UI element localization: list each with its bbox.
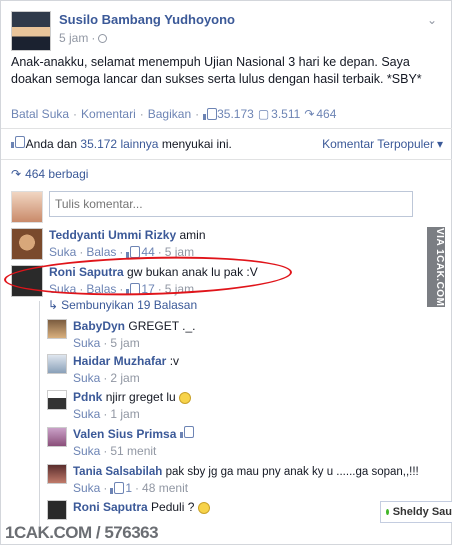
author-name[interactable]: Susilo Bambang Yudhoyono xyxy=(59,11,235,29)
reply-button[interactable]: Balas xyxy=(86,245,116,259)
comment-text: amin xyxy=(179,228,206,242)
comment-meta: Suka · Balas · 17 · 5 jam xyxy=(49,282,195,296)
commenter-avatar[interactable] xyxy=(11,265,43,297)
shares-count[interactable]: ↷ 464 xyxy=(304,107,336,121)
thumbs-up-icon xyxy=(179,426,194,438)
reply-arrow-icon: ↳ xyxy=(48,298,59,312)
comment-time[interactable]: 5 jam xyxy=(165,282,194,296)
likers-link[interactable]: 35.172 lainnya xyxy=(80,137,158,151)
chevron-down-icon[interactable]: ⌄ xyxy=(427,13,437,27)
post-header: Susilo Bambang Yudhoyono 5 jam · xyxy=(11,11,235,51)
replier-name[interactable]: Pdnk xyxy=(73,390,102,404)
comment-input[interactable] xyxy=(49,191,413,217)
post-text: Anak-anakku, selamat menempuh Ujian Nasi… xyxy=(11,55,422,86)
comment-item: Teddyanti Ummi Rizky amin Suka · Balas · 4… xyxy=(11,228,206,260)
reply-time[interactable]: 2 jam xyxy=(110,371,139,385)
reply-time[interactable]: 5 jam xyxy=(110,336,139,350)
comment-meta: Suka · Balas · 44 · 5 jam xyxy=(49,245,195,259)
replier-name[interactable]: Haidar Muzhafar xyxy=(73,354,166,368)
hide-replies-link[interactable]: ↳ Sembunyikan 19 Balasan xyxy=(48,298,197,312)
shares-summary[interactable]: ↷ 464 berbagi xyxy=(11,167,88,181)
replier-avatar[interactable] xyxy=(47,354,67,374)
reply-text: Peduli ? xyxy=(151,500,195,514)
thumbs-up-icon xyxy=(11,136,25,148)
comment-time[interactable]: 5 jam xyxy=(165,245,194,259)
comment-text: gw bukan anak lu pak :V xyxy=(127,265,258,279)
comment-composer xyxy=(11,191,413,223)
like-reply-button[interactable]: Suka xyxy=(73,481,100,495)
comment-sort-dropdown[interactable]: Komentar Terpopuler ▾ xyxy=(322,137,443,151)
reply-text: njirr greget lu xyxy=(105,390,176,404)
post-timestamp-row: 5 jam · xyxy=(59,29,235,47)
divider xyxy=(1,128,452,129)
like-reply-button[interactable]: Suka xyxy=(73,444,100,458)
reply-text: :v xyxy=(169,354,180,368)
facebook-post-card: Susilo Bambang Yudhoyono 5 jam · ⌄ Anak-… xyxy=(0,0,452,545)
bottom-watermark: 1CAK.COM / 576363 xyxy=(5,523,159,542)
commenter-name[interactable]: Roni Saputra xyxy=(49,265,124,279)
comment-bubble-icon: ▢ xyxy=(257,107,270,121)
online-status-icon xyxy=(386,509,389,515)
reply-time[interactable]: 48 menit xyxy=(142,481,188,495)
reply-time[interactable]: 1 jam xyxy=(110,407,139,421)
caret-down-icon: ▾ xyxy=(436,137,443,151)
reply-time[interactable]: 51 menit xyxy=(110,444,156,458)
like-comment-button[interactable]: Suka xyxy=(49,282,76,296)
thumbs-up-icon xyxy=(126,282,141,295)
reply-text: GREGET ._. xyxy=(128,319,196,333)
reply-item: Tania Salsabilah pak sby jg ga mau pny a… xyxy=(47,464,419,495)
confused-emoji-icon xyxy=(179,391,192,404)
replier-avatar[interactable] xyxy=(47,390,67,410)
side-watermark: VIA 1CAK.COM xyxy=(427,227,445,307)
replier-name[interactable]: Roni Saputra xyxy=(73,500,148,514)
thumbs-up-icon xyxy=(126,245,141,258)
comment-like-count[interactable]: 17 xyxy=(141,282,154,296)
reply-item: BabyDyn GREGET ._. Suka · 5 jam xyxy=(47,319,196,350)
reply-item: Valen Sius Primsa Suka · 51 menit xyxy=(47,426,194,458)
likes-summary: Anda dan 35.172 lainnya menyukai ini. Ko… xyxy=(11,136,443,151)
like-comment-button[interactable]: Suka xyxy=(49,245,76,259)
replier-avatar[interactable] xyxy=(47,500,67,520)
replier-avatar[interactable] xyxy=(47,464,67,484)
chat-tab[interactable]: Sheldy Sau xyxy=(380,501,452,523)
share-button[interactable]: Bagikan xyxy=(148,107,191,121)
likes-count[interactable]: 35.173 xyxy=(203,107,254,121)
comments-count[interactable]: ▢ 3.511 xyxy=(258,107,300,121)
commenter-name[interactable]: Teddyanti Ummi Rizky xyxy=(49,228,176,242)
globe-icon xyxy=(98,33,108,43)
replier-name[interactable]: BabyDyn xyxy=(73,319,125,333)
like-reply-button[interactable]: Suka xyxy=(73,371,100,385)
share-arrow-icon: ↷ xyxy=(11,167,22,181)
comment-button[interactable]: Komentari xyxy=(81,107,136,121)
viewer-avatar xyxy=(11,191,43,223)
divider xyxy=(1,159,452,160)
replier-avatar[interactable] xyxy=(47,319,67,339)
reply-item: Pdnk njirr greget lu Suka · 1 jam xyxy=(47,390,192,421)
like-reply-button[interactable]: Suka xyxy=(73,407,100,421)
reply-text: pak sby jg ga mau pny anak ky u ......ga… xyxy=(165,466,419,478)
author-avatar[interactable] xyxy=(11,11,51,51)
comment-like-count[interactable]: 44 xyxy=(141,245,154,259)
reply-like-count[interactable]: 1 xyxy=(125,481,132,495)
thumbs-up-icon xyxy=(110,481,125,494)
thread-line xyxy=(39,301,40,526)
comment-item: Roni Saputra gw bukan anak lu pak :V Suk… xyxy=(11,265,258,297)
post-actions: Batal Suka · Komentari · Bagikan · 35.17… xyxy=(11,107,337,121)
replier-name[interactable]: Tania Salsabilah xyxy=(73,466,162,478)
unlike-button[interactable]: Batal Suka xyxy=(11,107,69,121)
post-time[interactable]: 5 jam xyxy=(59,29,88,47)
confused-emoji-icon xyxy=(197,501,210,514)
reply-button[interactable]: Balas xyxy=(86,282,116,296)
share-arrow-icon: ↷ xyxy=(304,107,315,121)
like-reply-button[interactable]: Suka xyxy=(73,336,100,350)
replier-avatar[interactable] xyxy=(47,427,67,447)
thumbs-up-icon xyxy=(203,107,218,120)
commenter-avatar[interactable] xyxy=(11,228,43,260)
replier-name[interactable]: Valen Sius Primsa xyxy=(73,427,176,441)
reply-item: Roni Saputra Peduli ? xyxy=(47,500,210,520)
reply-item: Haidar Muzhafar :v Suka · 2 jam xyxy=(47,354,179,385)
